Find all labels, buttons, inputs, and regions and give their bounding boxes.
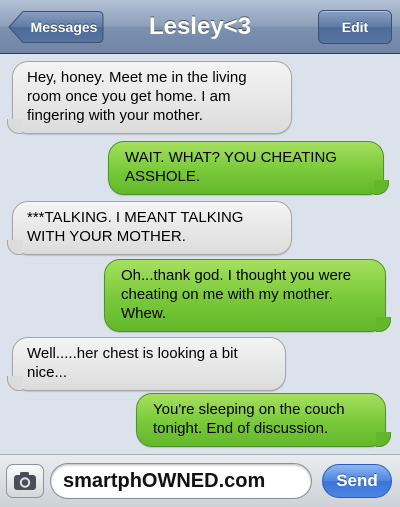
message-text: ***TALKING. I MEANT TALKING WITH YOUR MO…: [27, 209, 244, 245]
received-message-bubble: Well.....her chest is looking a bit nice…: [7, 337, 286, 391]
message-text: WAIT. WHAT? YOU CHEATING ASSHOLE.: [125, 149, 337, 185]
conversation-area: Hey, honey. Meet me in the living room o…: [0, 55, 400, 450]
messages-back-button[interactable]: Messages: [8, 10, 104, 44]
message-text: You're sleeping on the couch tonight. En…: [153, 401, 345, 437]
message-text: Well.....her chest is looking a bit nice…: [27, 345, 238, 381]
message-text: Hey, honey. Meet me in the living room o…: [27, 69, 247, 124]
sent-message-bubble: You're sleeping on the couch tonight. En…: [136, 393, 391, 447]
navigation-bar: Messages Lesley<3 Edit: [0, 0, 400, 54]
received-message-bubble: ***TALKING. I MEANT TALKING WITH YOUR MO…: [7, 201, 292, 255]
camera-button[interactable]: [6, 464, 44, 498]
edit-button[interactable]: Edit: [318, 10, 392, 44]
sent-message-bubble: WAIT. WHAT? YOU CHEATING ASSHOLE.: [108, 141, 389, 195]
conversation-title: Lesley<3: [148, 13, 252, 40]
message-text-field[interactable]: smartphOWNED.com: [50, 463, 312, 499]
sent-message-bubble: Oh...thank god. I thought you were cheat…: [104, 259, 391, 332]
send-button[interactable]: Send: [322, 464, 392, 498]
message-input-bar: smartphOWNED.com Send: [0, 454, 400, 507]
back-button-label: Messages: [30, 19, 98, 35]
message-text: Oh...thank god. I thought you were cheat…: [121, 267, 352, 322]
received-message-bubble: Hey, honey. Meet me in the living room o…: [7, 61, 292, 134]
camera-icon: [14, 472, 36, 490]
